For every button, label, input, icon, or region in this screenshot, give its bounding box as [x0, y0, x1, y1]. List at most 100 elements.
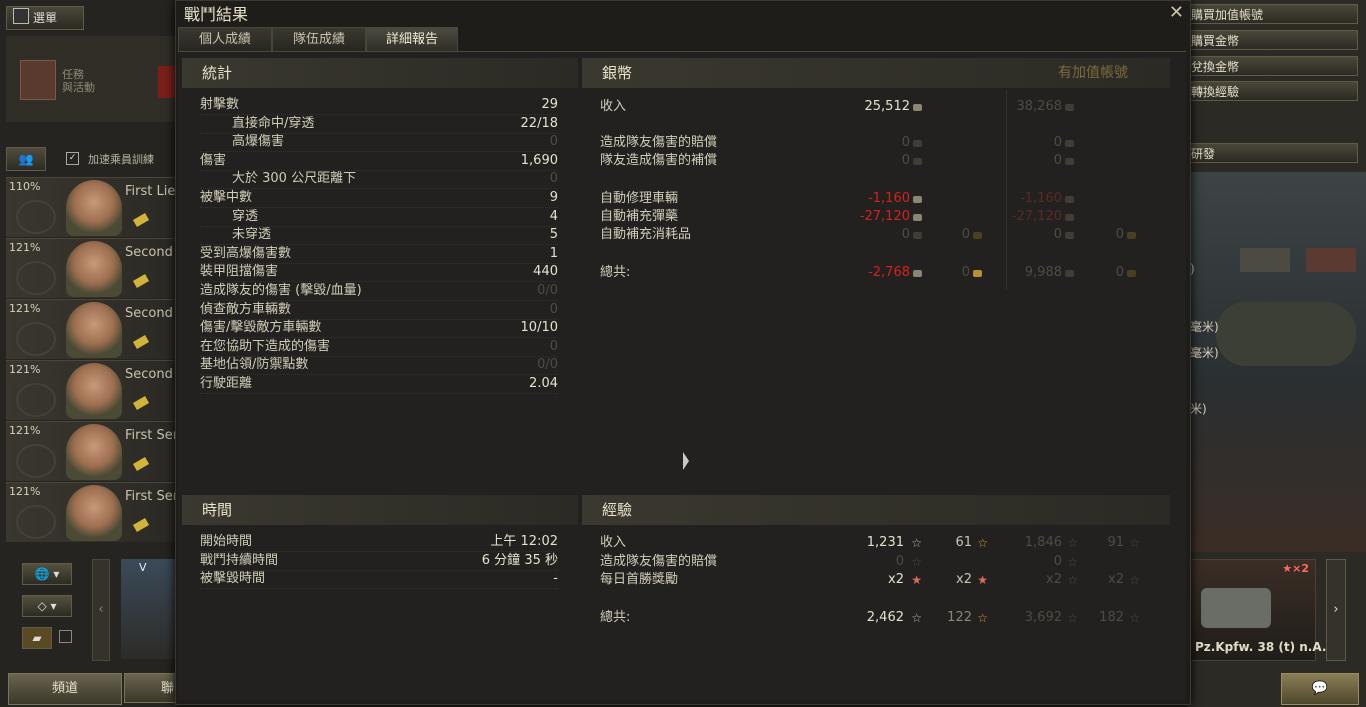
xp-value: 2,462 [866, 610, 904, 625]
stat-label: 高爆傷害 [232, 134, 285, 150]
garage-label-2: 毫米) [1190, 320, 1219, 334]
mouse-cursor [683, 452, 689, 470]
xp-star-icon: ☆ [1067, 536, 1078, 550]
credit-label: 自動修理車輛 [600, 191, 679, 206]
crew-member[interactable]: 121% First Ser [6, 482, 176, 542]
stat-label: 基地佔領/防禦點數 [200, 357, 309, 373]
credit-icon [913, 270, 922, 277]
credit-icon [1065, 214, 1074, 221]
tab-detailed[interactable]: 詳細報告 [366, 27, 458, 52]
credit-icon [1065, 140, 1074, 147]
stat-value: 0 [549, 134, 558, 150]
credit-icon [913, 196, 922, 203]
tab-team[interactable]: 隊伍成績 [272, 27, 366, 52]
accelerate-training-label: 加速乘員訓練 [88, 153, 154, 166]
stat-row: 大於 300 公尺距離下 0 [200, 170, 558, 190]
garage-view: ) 毫米) 毫米) 米) [1188, 172, 1366, 552]
crew-member[interactable]: 121% Second [6, 238, 176, 298]
stat-value: 4 [549, 208, 558, 224]
exchange-gold-button[interactable]: 兌換金幣 [1188, 56, 1358, 76]
credit-value: 0 [901, 153, 910, 168]
xp-row: 收入 1,231 ☆ 61 ☆ 1,846 ☆ 91 ☆ [600, 534, 1148, 552]
crew-member[interactable]: 121% First Ser [6, 421, 176, 481]
crew-member[interactable]: 121% Second [6, 299, 176, 359]
crew-training-percent: 121% [9, 363, 41, 376]
crew-member[interactable]: 121% Second [6, 360, 176, 420]
stat-row: 射擊數 29 [200, 96, 558, 115]
tank-name: Pz.Kpfw. 38 (t) n.A. [1195, 640, 1327, 654]
stat-row: 造成隊友的傷害 (擊毀/血量) 0/0 [200, 282, 558, 301]
time-value: - [553, 571, 558, 587]
free-xp-value: 61 [955, 535, 972, 550]
stat-value: 0 [549, 171, 558, 187]
crew-people-button[interactable]: 👥 [6, 147, 46, 171]
buy-premium-button[interactable]: 購買加值帳號 [1188, 4, 1358, 24]
xp-star-icon: ☆ [1067, 573, 1078, 587]
carousel-right-arrow[interactable]: › [1326, 559, 1346, 661]
stat-value: 5 [549, 227, 558, 243]
mission-panel[interactable]: 任務 與活動 [6, 36, 178, 122]
dialog-title: 戰鬥結果 [184, 5, 249, 24]
tank-card-selected[interactable]: ★×2 Pz.Kpfw. 38 (t) n.A. [1190, 559, 1326, 661]
credit-value: -1,160 [868, 191, 910, 206]
crew-training-percent: 121% [9, 485, 41, 498]
close-icon[interactable]: ✕ [1169, 2, 1184, 23]
premium-xp-value: 3,692 [1024, 610, 1062, 625]
stat-row: 偵查敵方車輛數 0 [200, 301, 558, 320]
time-row: 被擊毀時間 - [200, 570, 558, 590]
research-button[interactable]: 研發 [1188, 143, 1358, 163]
stat-label: 未穿透 [232, 227, 272, 243]
credit-row: 隊友造成傷害的補償 0 0 [600, 152, 1148, 170]
carousel-left-arrow[interactable]: ‹ [92, 559, 110, 661]
premium-credit-value: 0 [1053, 227, 1062, 242]
time-label: 開始時間 [200, 534, 253, 549]
stat-value: 0/0 [537, 357, 558, 373]
crew-rank: First Ser [125, 489, 176, 504]
crew-rank: Second [125, 306, 173, 321]
contacts-button[interactable]: 聯 [124, 673, 176, 703]
credit-value: 25,512 [864, 99, 911, 114]
chat-icon[interactable]: 💬 [1281, 673, 1359, 705]
stat-row: 傷害/擊毀敵方車輛數 10/10 [200, 319, 558, 339]
crew-member[interactable]: 110% First Lie [6, 177, 176, 237]
xp-star-icon: ☆ [911, 536, 922, 550]
credit-row: 收入 25,512 38,268 [600, 98, 1148, 116]
credit-value: 0 [901, 135, 910, 150]
rank-badge-icon [132, 335, 150, 349]
crew-portrait [66, 363, 122, 419]
channel-button[interactable]: 頻道 [8, 673, 122, 705]
xp-multiplier-badge: ★×2 [1282, 562, 1309, 575]
credit-label: 隊友造成傷害的補償 [600, 153, 718, 168]
rank-badge-icon [132, 457, 150, 471]
xp-row: 總共: 2,462 ☆ 122 ☆ 3,692 ☆ 182 ☆ [600, 609, 1148, 627]
crew-portrait [66, 302, 122, 358]
ammo-filter-button[interactable]: ▰ [22, 627, 52, 649]
stat-row: 直接命中/穿透 22/18 [200, 115, 558, 134]
buy-gold-button[interactable]: 購買金幣 [1188, 30, 1358, 50]
tank-card-left[interactable]: V [121, 559, 177, 659]
stat-value: 1 [549, 245, 558, 261]
premium-credit-value: 9,988 [1024, 265, 1062, 280]
stat-value: 0 [549, 338, 558, 354]
credit-icon [1065, 196, 1074, 203]
time-value: 上午 12:02 [490, 534, 558, 549]
gold-icon [973, 232, 982, 239]
stat-value: 1,690 [520, 152, 558, 168]
premium-xp-value: 0 [1053, 554, 1062, 569]
stats-title: 統計 [202, 64, 233, 82]
credit-value: 0 [901, 227, 910, 242]
stat-row: 受到高爆傷害數 1 [200, 245, 558, 264]
tab-personal[interactable]: 個人成績 [178, 27, 272, 52]
garage-tank-2 [1306, 248, 1356, 272]
type-select[interactable]: ◇ ▾ [22, 595, 72, 617]
globe-select[interactable]: 🌐 ▾ [22, 563, 72, 585]
convert-xp-button[interactable]: 轉換經驗 [1188, 81, 1358, 101]
menu-button[interactable]: 選單 [6, 6, 84, 30]
xp-star-icon: ☆ [911, 611, 922, 625]
skill-icon [16, 261, 56, 295]
credit-label: 造成隊友傷害的賠償 [600, 135, 718, 150]
tank-tier: V [139, 561, 147, 574]
accelerate-training-checkbox[interactable]: ✓ [66, 152, 79, 165]
crew-training-percent: 110% [9, 180, 41, 193]
filter-checkbox[interactable] [59, 630, 72, 643]
